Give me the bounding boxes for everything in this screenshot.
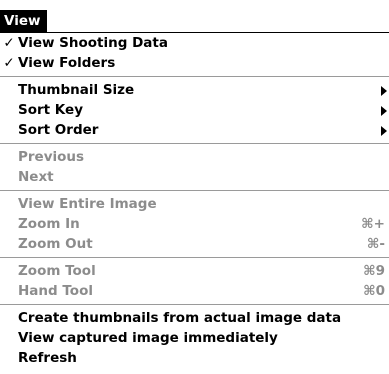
- menu-item-label: Zoom In: [18, 216, 80, 232]
- menu-item-label: View captured image immediately: [18, 330, 278, 346]
- menu-separator: [0, 143, 389, 144]
- menu-item-view-folders[interactable]: ✓ View Folders: [0, 53, 389, 73]
- menu-separator: [0, 190, 389, 191]
- menu-item-label: View Folders: [18, 55, 116, 71]
- shortcut-label: ⌘0: [363, 283, 385, 299]
- menu-item-label: Thumbnail Size: [18, 82, 135, 98]
- menu-item-create-thumbnails[interactable]: Create thumbnails from actual image data: [0, 308, 389, 328]
- menu-separator: [0, 76, 389, 77]
- menu-separator: [0, 257, 389, 258]
- checkmark-icon: ✓: [3, 35, 15, 51]
- menu-item-sort-key[interactable]: Sort Key: [0, 100, 389, 120]
- menu-item-thumbnail-size[interactable]: Thumbnail Size: [0, 80, 389, 100]
- menu-item-label: Previous: [18, 149, 85, 165]
- menu-item-label: Next: [18, 169, 54, 185]
- menu-item-hand-tool[interactable]: Hand Tool ⌘0: [0, 281, 389, 301]
- menu-item-label: Zoom Out: [18, 236, 93, 252]
- menu-item-view-captured-image[interactable]: View captured image immediately: [0, 328, 389, 348]
- menu-item-label: Create thumbnails from actual image data: [18, 310, 342, 326]
- menu-item-label: Refresh: [18, 350, 77, 366]
- submenu-arrow-icon: [381, 126, 387, 136]
- submenu-arrow-icon: [381, 106, 387, 116]
- submenu-arrow-icon: [381, 86, 387, 96]
- menu-title-view[interactable]: View: [0, 10, 48, 32]
- menu-item-previous[interactable]: Previous: [0, 147, 389, 167]
- menu-item-view-entire-image[interactable]: View Entire Image: [0, 194, 389, 214]
- menu-item-sort-order[interactable]: Sort Order: [0, 120, 389, 140]
- menu-item-label: Hand Tool: [18, 283, 93, 299]
- menu-item-zoom-out[interactable]: Zoom Out ⌘-: [0, 234, 389, 254]
- menu-item-label: View Shooting Data: [18, 35, 168, 51]
- menu-item-label: View Entire Image: [18, 196, 157, 212]
- shortcut-label: ⌘+: [361, 216, 385, 232]
- checkmark-icon: ✓: [3, 55, 15, 71]
- menu-item-view-shooting-data[interactable]: ✓ View Shooting Data: [0, 33, 389, 53]
- menu-item-next[interactable]: Next: [0, 167, 389, 187]
- shortcut-label: ⌘-: [366, 236, 385, 252]
- menu-item-label: Zoom Tool: [18, 263, 96, 279]
- menu-item-zoom-tool[interactable]: Zoom Tool ⌘9: [0, 261, 389, 281]
- menu-separator: [0, 304, 389, 305]
- menu-item-label: Sort Key: [18, 102, 83, 118]
- menu-item-zoom-in[interactable]: Zoom In ⌘+: [0, 214, 389, 234]
- menu-item-label: Sort Order: [18, 122, 99, 138]
- menu-item-refresh[interactable]: Refresh: [0, 348, 389, 368]
- view-menu-dropdown: ✓ View Shooting Data ✓ View Folders Thum…: [0, 32, 389, 374]
- shortcut-label: ⌘9: [363, 263, 385, 279]
